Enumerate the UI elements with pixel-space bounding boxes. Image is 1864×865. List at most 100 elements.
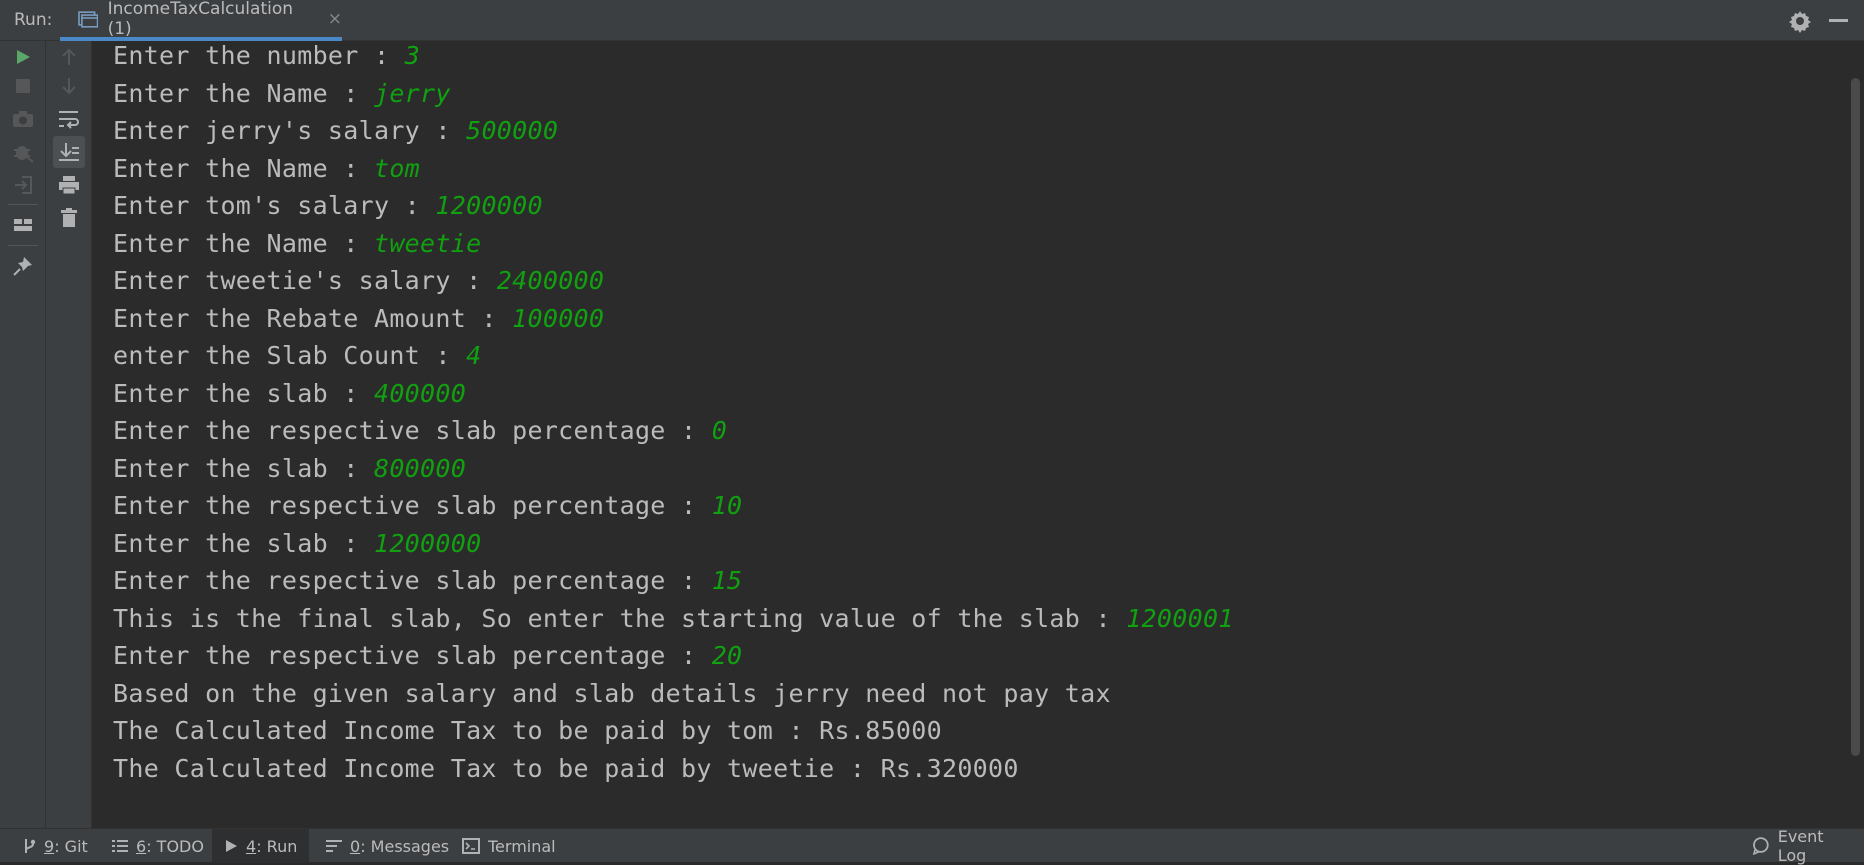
console-line: Enter jerry's salary : 500000: [113, 116, 558, 146]
console-output-text: Enter tom's salary :: [113, 191, 436, 220]
event-log-button[interactable]: Event Log: [1744, 827, 1864, 865]
messages-shortcut-number: 0: [350, 836, 361, 856]
console-user-input: 3: [404, 41, 421, 70]
toolbar-separator: [8, 204, 38, 205]
messages-tool-button[interactable]: 0: Messages: [318, 829, 457, 863]
run-tab[interactable]: IncomeTaxCalculation (1) ×: [60, 0, 342, 41]
arrow-down-icon: [62, 78, 76, 95]
clear-all-button[interactable]: [53, 202, 85, 234]
up-stack-button[interactable]: [53, 41, 85, 73]
git-label: : Git: [54, 836, 88, 856]
soft-wrap-button[interactable]: [53, 103, 85, 135]
console-output-text: The Calculated Income Tax to be paid by …: [113, 716, 942, 745]
console-user-input: 400000: [373, 378, 467, 408]
console-output-text: Enter the Rebate Amount :: [113, 303, 513, 333]
console-output-text: This is the final slab, So enter the sta…: [113, 603, 1127, 633]
terminal-tool-button[interactable]: Terminal: [454, 829, 564, 863]
messages-icon: [326, 840, 342, 852]
console-user-input: 15: [711, 566, 743, 595]
run-actions-toolbar: [0, 41, 46, 828]
console-output-text: Enter the respective slab percentage :: [113, 641, 712, 670]
todo-tool-button[interactable]: 6: TODO: [104, 829, 212, 863]
console-output-text: Enter tweetie's salary :: [113, 266, 497, 295]
console-output-text: Enter jerry's salary :: [113, 116, 467, 145]
console-output-text: Enter the respective slab percentage :: [113, 566, 712, 595]
console-line: Enter the respective slab percentage : 2…: [113, 641, 742, 671]
console-output-text: Enter the respective slab percentage :: [113, 491, 712, 520]
gear-icon[interactable]: [1788, 9, 1812, 33]
console-user-input: 1200000: [373, 528, 482, 558]
console-line: Enter the slab : 800000: [113, 454, 466, 484]
event-log-label: Event Log: [1777, 827, 1824, 865]
console-user-input: 4: [466, 341, 482, 370]
console-output-text: Based on the given salary and slab detai…: [113, 678, 1111, 708]
console-user-input: 500000: [466, 116, 559, 145]
console-line: Enter the Rebate Amount : 100000: [113, 304, 604, 334]
git-branch-icon: [25, 839, 36, 853]
rerun-button[interactable]: [7, 41, 39, 73]
console-user-input: 0: [711, 416, 728, 445]
printer-icon: [59, 176, 79, 195]
console-actions-toolbar: [46, 41, 92, 828]
console-user-input: 800000: [373, 453, 467, 483]
print-button[interactable]: [53, 169, 85, 201]
console-line: Enter the respective slab percentage : 1…: [113, 491, 742, 521]
console-output-text: Enter the slab :: [113, 453, 374, 483]
exit-button[interactable]: [7, 169, 39, 201]
pin-icon: [13, 257, 32, 276]
console-user-input: 100000: [512, 303, 605, 333]
down-stack-button[interactable]: [53, 70, 85, 102]
terminal-label: Terminal: [488, 836, 556, 856]
soft-wrap-icon: [59, 111, 79, 129]
console-line: Enter the number : 3: [113, 41, 420, 71]
trash-icon: [61, 208, 77, 227]
console-output-text: Enter the number :: [113, 41, 405, 70]
console-line: Enter tom's salary : 1200000: [113, 191, 543, 221]
minimize-icon[interactable]: [1829, 19, 1848, 22]
console-line: Enter the slab : 400000: [113, 379, 466, 409]
todo-label: : TODO: [146, 836, 204, 856]
speech-bubble-icon: [1752, 837, 1769, 855]
console-output-text: The Calculated Income Tax to be paid by …: [113, 753, 1019, 783]
vertical-scrollbar-thumb[interactable]: [1851, 78, 1860, 756]
play-icon: [226, 840, 237, 852]
console-user-input: jerry: [373, 78, 451, 108]
stop-button[interactable]: [7, 70, 39, 102]
tool-window-bar: 9: Git 6: TODO 4: Run 0: Messages Termin…: [0, 827, 1864, 865]
todo-shortcut-number: 6: [136, 836, 147, 856]
console-output-text: Enter the respective slab percentage :: [113, 416, 712, 445]
stop-icon: [16, 79, 30, 93]
close-icon[interactable]: ×: [328, 9, 342, 29]
terminal-icon: [462, 838, 480, 854]
console-user-input: tom: [373, 153, 421, 183]
bug-icon: [14, 146, 34, 163]
list-icon: [112, 840, 128, 852]
run-tool-button[interactable]: 4: Run: [212, 829, 310, 863]
console-line: The Calculated Income Tax to be paid by …: [113, 754, 1019, 784]
console-output-text: enter the Slab Count :: [113, 341, 467, 370]
console-user-input: 1200001: [1126, 603, 1234, 633]
console-output-text: Enter the Name :: [113, 153, 374, 183]
console-output-text: Enter the slab :: [113, 378, 374, 408]
console-user-input: 2400000: [496, 266, 605, 295]
console-line: Enter the respective slab percentage : 1…: [113, 566, 742, 596]
scroll-to-end-button[interactable]: [53, 136, 85, 168]
layout-button[interactable]: [7, 209, 39, 241]
git-tool-button[interactable]: 9: Git: [14, 829, 96, 863]
console-line: Enter the Name : jerry: [113, 79, 451, 109]
console-line: enter the Slab Count : 4: [113, 341, 481, 371]
run-label: Run:: [14, 10, 53, 30]
run-tool-window-header: Run: IncomeTaxCalculation (1) ×: [0, 0, 1864, 41]
pin-tab-button[interactable]: [7, 250, 39, 282]
run-tool-label: : Run: [256, 836, 298, 856]
exit-icon: [15, 176, 32, 194]
tab-title: IncomeTaxCalculation (1): [107, 0, 294, 39]
console-line: Enter the Name : tweetie: [113, 229, 481, 259]
console-line: Enter the slab : 1200000: [113, 529, 481, 559]
console-line: Enter the Name : tom: [113, 154, 420, 184]
console-user-input: 1200000: [435, 191, 543, 220]
debug-button[interactable]: [7, 136, 39, 168]
console-output-text: Enter the Name :: [113, 78, 374, 108]
dump-threads-button[interactable]: [7, 103, 39, 135]
console-output[interactable]: Enter the number : 3 Enter the Name : jer…: [92, 41, 1848, 828]
